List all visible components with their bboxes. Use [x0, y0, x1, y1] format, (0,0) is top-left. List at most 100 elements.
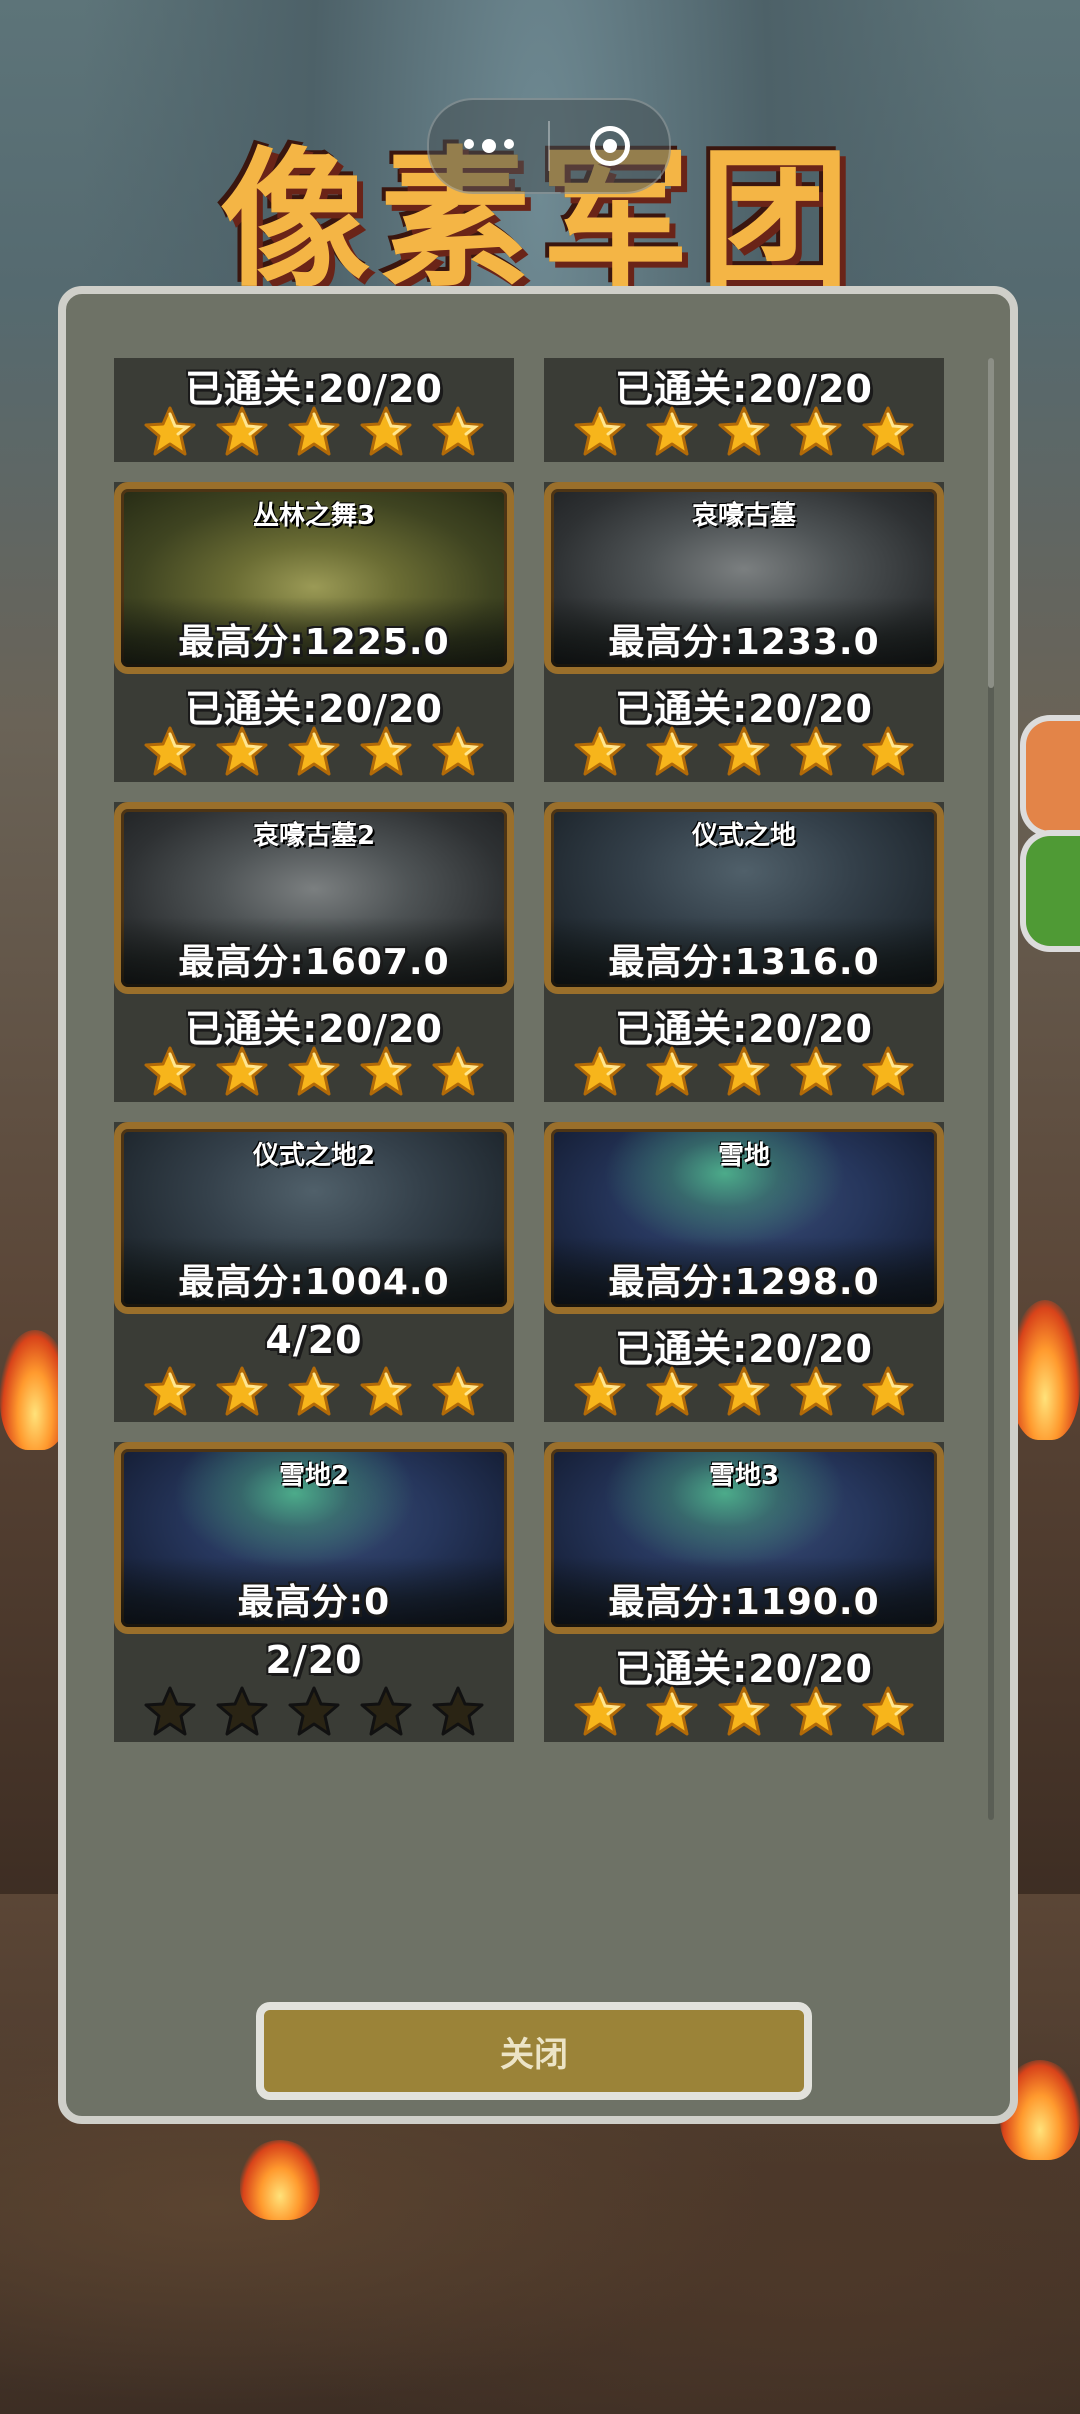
star-filled-icon	[644, 1364, 700, 1420]
level-card[interactable]: 雪地2 最高分:0 2/20	[114, 1442, 514, 1742]
star-filled-icon	[142, 724, 198, 780]
level-name: 雪地3	[708, 1461, 780, 1491]
level-name: 哀嚎古墓2	[252, 821, 376, 851]
star-filled-icon	[286, 724, 342, 780]
star-filled-icon	[860, 1684, 916, 1740]
level-thumbnail: 哀嚎古墓2 最高分:1607.0	[114, 802, 514, 994]
star-filled-icon	[430, 404, 486, 460]
star-filled-icon	[358, 1364, 414, 1420]
star-empty-icon	[358, 1684, 414, 1740]
star-filled-icon	[716, 404, 772, 460]
star-filled-icon	[142, 1044, 198, 1100]
best-score: 最高分:1004.0	[178, 1262, 450, 1303]
best-score: 最高分:1316.0	[608, 942, 880, 983]
star-filled-icon	[788, 404, 844, 460]
level-thumbnail: 雪地2 最高分:0	[114, 1442, 514, 1634]
level-thumbnail: 仪式之地 最高分:1316.0	[544, 802, 944, 994]
fire-bottom-left	[240, 2140, 320, 2220]
star-filled-icon	[716, 1364, 772, 1420]
star-filled-icon	[430, 1364, 486, 1420]
more-dots-icon	[463, 139, 514, 153]
level-name: 仪式之地2	[252, 1141, 376, 1171]
level-progress: 4/20	[265, 1318, 363, 1362]
level-name: 丛林之舞3	[252, 501, 376, 531]
level-record-dialog: 最高分:1580.0已通关:20/20 最高分:1199.0已通关:20/20 丛林…	[58, 286, 1018, 2124]
star-filled-icon	[214, 724, 270, 780]
level-progress: 2/20	[265, 1638, 363, 1682]
level-thumbnail: 雪地最高分:1298.0	[544, 1122, 944, 1314]
level-card[interactable]: 仪式之地 最高分:1316.0 已通关:20/20	[544, 802, 944, 1102]
star-filled-icon	[572, 1044, 628, 1100]
level-card[interactable]: 哀嚎古墓2 最高分:1607.0 已通关:20/20	[114, 802, 514, 1102]
star-empty-icon	[430, 1684, 486, 1740]
scrollbar-thumb[interactable]	[988, 358, 994, 688]
best-score: 最高分:1298.0	[608, 1262, 880, 1303]
star-rating	[114, 1044, 514, 1100]
level-name: 雪地	[717, 1141, 770, 1171]
level-card[interactable]: 丛林之舞3 最高分:1225.0 已通关:20/20	[114, 482, 514, 782]
level-card[interactable]: 最高分:1580.0已通关:20/20	[114, 358, 514, 462]
exit-mini-program-button[interactable]	[550, 100, 669, 192]
level-thumbnail: 仪式之地2 最高分:1004.0	[114, 1122, 514, 1314]
star-filled-icon	[286, 404, 342, 460]
level-thumbnail: 丛林之舞3 最高分:1225.0	[114, 482, 514, 674]
star-filled-icon	[860, 1364, 916, 1420]
star-filled-icon	[860, 404, 916, 460]
level-thumbnail: 雪地3 最高分:1190.0	[544, 1442, 944, 1634]
star-filled-icon	[860, 724, 916, 780]
star-filled-icon	[358, 1044, 414, 1100]
star-filled-icon	[860, 1044, 916, 1100]
star-filled-icon	[788, 1044, 844, 1100]
level-card[interactable]: 最高分:1199.0已通关:20/20	[544, 358, 944, 462]
close-button[interactable]: 关闭	[256, 2002, 812, 2100]
star-empty-icon	[142, 1684, 198, 1740]
level-card[interactable]: 哀嚎古墓 最高分:1233.0 已通关:20/20	[544, 482, 944, 782]
level-thumbnail: 哀嚎古墓 最高分:1233.0	[544, 482, 944, 674]
star-filled-icon	[214, 404, 270, 460]
level-list[interactable]: 最高分:1580.0已通关:20/20 最高分:1199.0已通关:20/20 丛林…	[114, 358, 1004, 2114]
scrollbar[interactable]	[988, 358, 994, 1820]
star-filled-icon	[716, 1684, 772, 1740]
best-score: 最高分:0	[237, 1582, 391, 1623]
best-score: 最高分:1225.0	[178, 622, 450, 663]
star-filled-icon	[430, 1044, 486, 1100]
star-filled-icon	[142, 404, 198, 460]
star-filled-icon	[286, 1364, 342, 1420]
side-button-green[interactable]	[1020, 830, 1080, 952]
star-rating	[544, 1364, 944, 1420]
level-card[interactable]: 雪地 最高分:1298.0 已通关:20/20	[544, 1122, 944, 1422]
best-score: 最高分:1607.0	[178, 942, 450, 983]
star-filled-icon	[572, 1684, 628, 1740]
star-empty-icon	[214, 1684, 270, 1740]
star-filled-icon	[430, 724, 486, 780]
star-filled-icon	[644, 1044, 700, 1100]
star-filled-icon	[572, 724, 628, 780]
star-rating	[544, 1684, 944, 1740]
star-filled-icon	[644, 1684, 700, 1740]
side-button-orange[interactable]	[1020, 715, 1080, 837]
star-rating	[544, 724, 944, 780]
level-card[interactable]: 雪地3 最高分:1190.0 已通关:20/20	[544, 1442, 944, 1742]
best-score: 最高分:1190.0	[608, 1582, 880, 1623]
more-menu-button[interactable]	[429, 100, 548, 192]
star-filled-icon	[644, 724, 700, 780]
star-filled-icon	[358, 404, 414, 460]
level-card[interactable]: 仪式之地2 最高分:1004.0 4/20	[114, 1122, 514, 1422]
star-filled-icon	[644, 404, 700, 460]
star-rating	[114, 1364, 514, 1420]
star-filled-icon	[788, 724, 844, 780]
star-filled-icon	[788, 1364, 844, 1420]
mini-program-capsule	[427, 98, 671, 194]
star-filled-icon	[214, 1364, 270, 1420]
star-rating	[114, 724, 514, 780]
fire-right	[1010, 1300, 1080, 1440]
star-rating	[544, 404, 944, 460]
star-rating	[114, 1684, 514, 1740]
star-rating	[544, 1044, 944, 1100]
star-empty-icon	[286, 1684, 342, 1740]
best-score: 最高分:1233.0	[608, 622, 880, 663]
star-filled-icon	[358, 724, 414, 780]
star-filled-icon	[716, 1044, 772, 1100]
target-icon	[589, 126, 630, 166]
star-filled-icon	[716, 724, 772, 780]
